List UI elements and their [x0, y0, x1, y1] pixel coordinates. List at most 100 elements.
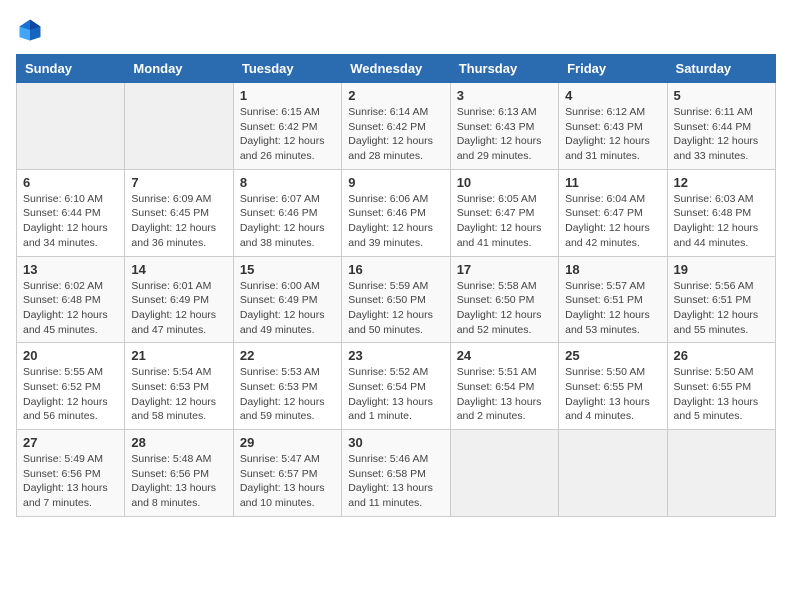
day-cell: 21Sunrise: 5:54 AMSunset: 6:53 PMDayligh… [125, 343, 233, 430]
weekday-header-saturday: Saturday [667, 55, 775, 83]
day-cell [667, 430, 775, 517]
week-row-4: 20 Sunrise: 5:55 AMSunset: 6:52 PMDayligh… [17, 343, 776, 430]
day-info: Sunrise: 6:15 AMSunset: 6:42 PMDaylight:… [240, 105, 335, 164]
header [16, 16, 776, 44]
day-cell: 5Sunrise: 6:11 AMSunset: 6:44 PMDaylight… [667, 83, 775, 170]
day-info: Sunrise: 6:01 AMSunset: 6:49 PMDaylight:… [131, 279, 226, 338]
day-info: Sunrise: 5:58 AMSunset: 6:50 PMDaylight:… [457, 279, 552, 338]
day-cell: 16 Sunrise: 5:59 AMSunset: 6:50 PMDayligh… [342, 256, 450, 343]
day-info: Sunrise: 5:49 AMSunset: 6:56 PMDaylight:… [23, 452, 118, 511]
day-number: 29 [240, 435, 335, 450]
day-cell: 23 Sunrise: 5:52 AMSunset: 6:54 PMDayligh… [342, 343, 450, 430]
day-info: Sunrise: 6:13 AMSunset: 6:43 PMDaylight:… [457, 105, 552, 164]
day-info: Sunrise: 6:10 AMSunset: 6:44 PMDaylight:… [23, 192, 118, 251]
day-info: Sunrise: 6:09 AMSunset: 6:45 PMDaylight:… [131, 192, 226, 251]
day-cell [450, 430, 558, 517]
day-info: Sunrise: 5:47 AMSunset: 6:57 PMDaylight:… [240, 452, 335, 511]
day-number: 16 [348, 262, 443, 277]
day-cell: 2Sunrise: 6:14 AMSunset: 6:42 PMDaylight… [342, 83, 450, 170]
weekday-header-tuesday: Tuesday [233, 55, 341, 83]
day-cell: 27 Sunrise: 5:49 AMSunset: 6:56 PMDayligh… [17, 430, 125, 517]
weekday-header-row: SundayMondayTuesdayWednesdayThursdayFrid… [17, 55, 776, 83]
day-cell: 28 Sunrise: 5:48 AMSunset: 6:56 PMDayligh… [125, 430, 233, 517]
day-cell: 10Sunrise: 6:05 AMSunset: 6:47 PMDayligh… [450, 169, 558, 256]
day-cell: 14 Sunrise: 6:01 AMSunset: 6:49 PMDayligh… [125, 256, 233, 343]
day-info: Sunrise: 5:50 AMSunset: 6:55 PMDaylight:… [565, 365, 660, 424]
day-cell: 6 Sunrise: 6:10 AMSunset: 6:44 PMDaylight… [17, 169, 125, 256]
day-cell: 26 Sunrise: 5:50 AMSunset: 6:55 PMDayligh… [667, 343, 775, 430]
day-info: Sunrise: 5:52 AMSunset: 6:54 PMDaylight:… [348, 365, 443, 424]
day-cell: 12Sunrise: 6:03 AMSunset: 6:48 PMDayligh… [667, 169, 775, 256]
day-number: 24 [457, 348, 552, 363]
day-info: Sunrise: 6:04 AMSunset: 6:47 PMDaylight:… [565, 192, 660, 251]
day-cell: 29 Sunrise: 5:47 AMSunset: 6:57 PMDayligh… [233, 430, 341, 517]
day-info: Sunrise: 6:06 AMSunset: 6:46 PMDaylight:… [348, 192, 443, 251]
week-row-2: 6 Sunrise: 6:10 AMSunset: 6:44 PMDaylight… [17, 169, 776, 256]
day-cell: 18Sunrise: 5:57 AMSunset: 6:51 PMDayligh… [559, 256, 667, 343]
day-number: 15 [240, 262, 335, 277]
day-number: 3 [457, 88, 552, 103]
day-cell [125, 83, 233, 170]
day-cell: 7 Sunrise: 6:09 AMSunset: 6:45 PMDaylight… [125, 169, 233, 256]
day-cell [559, 430, 667, 517]
day-cell: 1 Sunrise: 6:15 AMSunset: 6:42 PMDaylight… [233, 83, 341, 170]
logo [16, 16, 48, 44]
day-info: Sunrise: 6:05 AMSunset: 6:47 PMDaylight:… [457, 192, 552, 251]
day-info: Sunrise: 5:59 AMSunset: 6:50 PMDaylight:… [348, 279, 443, 338]
day-number: 7 [131, 175, 226, 190]
day-cell: 30 Sunrise: 5:46 AMSunset: 6:58 PMDayligh… [342, 430, 450, 517]
day-cell: 17 Sunrise: 5:58 AMSunset: 6:50 PMDayligh… [450, 256, 558, 343]
day-number: 21 [131, 348, 226, 363]
day-number: 11 [565, 175, 660, 190]
week-row-1: 1 Sunrise: 6:15 AMSunset: 6:42 PMDaylight… [17, 83, 776, 170]
day-info: Sunrise: 5:46 AMSunset: 6:58 PMDaylight:… [348, 452, 443, 511]
day-info: Sunrise: 5:56 AMSunset: 6:51 PMDaylight:… [674, 279, 769, 338]
day-cell: 22Sunrise: 5:53 AMSunset: 6:53 PMDayligh… [233, 343, 341, 430]
weekday-header-thursday: Thursday [450, 55, 558, 83]
day-cell: 13 Sunrise: 6:02 AMSunset: 6:48 PMDayligh… [17, 256, 125, 343]
day-info: Sunrise: 6:11 AMSunset: 6:44 PMDaylight:… [674, 105, 769, 164]
day-number: 28 [131, 435, 226, 450]
day-number: 13 [23, 262, 118, 277]
day-number: 27 [23, 435, 118, 450]
day-number: 23 [348, 348, 443, 363]
day-number: 17 [457, 262, 552, 277]
day-info: Sunrise: 5:51 AMSunset: 6:54 PMDaylight:… [457, 365, 552, 424]
day-info: Sunrise: 6:00 AMSunset: 6:49 PMDaylight:… [240, 279, 335, 338]
day-number: 25 [565, 348, 660, 363]
day-number: 26 [674, 348, 769, 363]
day-info: Sunrise: 5:48 AMSunset: 6:56 PMDaylight:… [131, 452, 226, 511]
day-number: 9 [348, 175, 443, 190]
day-cell: 25 Sunrise: 5:50 AMSunset: 6:55 PMDayligh… [559, 343, 667, 430]
day-number: 4 [565, 88, 660, 103]
day-number: 30 [348, 435, 443, 450]
calendar-table: SundayMondayTuesdayWednesdayThursdayFrid… [16, 54, 776, 517]
day-cell: 20 Sunrise: 5:55 AMSunset: 6:52 PMDayligh… [17, 343, 125, 430]
day-number: 22 [240, 348, 335, 363]
day-cell: 4 Sunrise: 6:12 AMSunset: 6:43 PMDaylight… [559, 83, 667, 170]
day-number: 19 [674, 262, 769, 277]
day-cell: 8 Sunrise: 6:07 AMSunset: 6:46 PMDaylight… [233, 169, 341, 256]
weekday-header-sunday: Sunday [17, 55, 125, 83]
weekday-header-wednesday: Wednesday [342, 55, 450, 83]
day-number: 6 [23, 175, 118, 190]
day-info: Sunrise: 5:50 AMSunset: 6:55 PMDaylight:… [674, 365, 769, 424]
weekday-header-monday: Monday [125, 55, 233, 83]
logo-icon [16, 16, 44, 44]
day-number: 1 [240, 88, 335, 103]
day-info: Sunrise: 6:03 AMSunset: 6:48 PMDaylight:… [674, 192, 769, 251]
day-cell: 11 Sunrise: 6:04 AMSunset: 6:47 PMDayligh… [559, 169, 667, 256]
week-row-3: 13 Sunrise: 6:02 AMSunset: 6:48 PMDayligh… [17, 256, 776, 343]
day-info: Sunrise: 6:12 AMSunset: 6:43 PMDaylight:… [565, 105, 660, 164]
day-number: 20 [23, 348, 118, 363]
day-cell: 3 Sunrise: 6:13 AMSunset: 6:43 PMDaylight… [450, 83, 558, 170]
day-number: 14 [131, 262, 226, 277]
day-info: Sunrise: 6:02 AMSunset: 6:48 PMDaylight:… [23, 279, 118, 338]
day-number: 18 [565, 262, 660, 277]
day-cell: 19 Sunrise: 5:56 AMSunset: 6:51 PMDayligh… [667, 256, 775, 343]
day-info: Sunrise: 5:55 AMSunset: 6:52 PMDaylight:… [23, 365, 118, 424]
day-number: 8 [240, 175, 335, 190]
day-info: Sunrise: 6:07 AMSunset: 6:46 PMDaylight:… [240, 192, 335, 251]
day-number: 2 [348, 88, 443, 103]
weekday-header-friday: Friday [559, 55, 667, 83]
